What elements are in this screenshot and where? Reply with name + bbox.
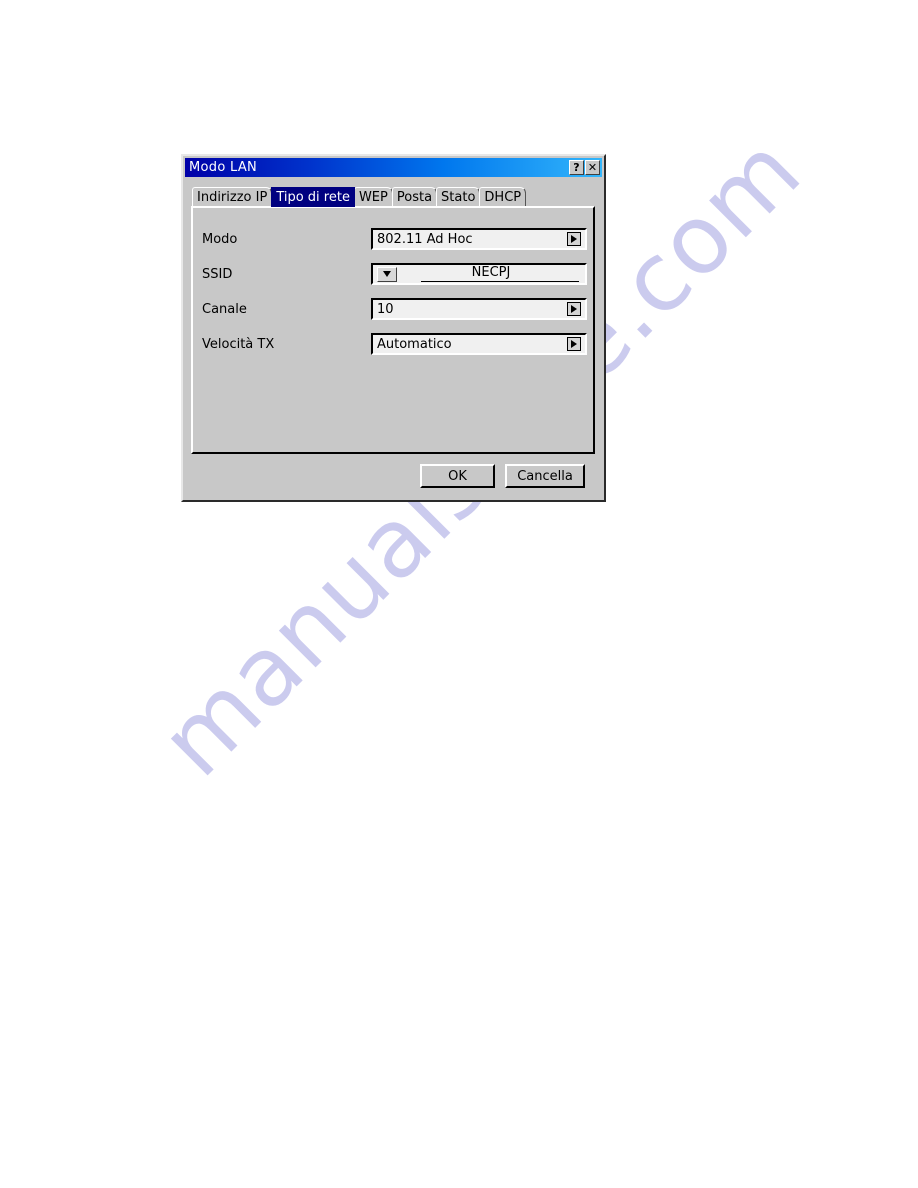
- chevron-right-icon[interactable]: [567, 232, 581, 246]
- titlebar-buttons: ? ✕: [569, 160, 602, 175]
- value-ssid: NECPJ: [471, 264, 511, 280]
- field-canale[interactable]: 10: [371, 298, 587, 320]
- value-velocita-tx: Automatico: [377, 336, 452, 352]
- label-velocita-tx: Velocità TX: [202, 336, 275, 352]
- field-modo[interactable]: 802.11 Ad Hoc: [371, 228, 587, 250]
- dialog-button-row: OK Cancella: [183, 464, 604, 490]
- field-ssid[interactable]: NECPJ: [371, 263, 587, 285]
- row-velocita-tx: Velocità TX Automatico: [193, 331, 593, 357]
- chevron-right-icon[interactable]: [567, 302, 581, 316]
- field-velocita-tx[interactable]: Automatico: [371, 333, 587, 355]
- label-canale: Canale: [202, 301, 247, 317]
- ssid-input[interactable]: NECPJ: [403, 265, 579, 283]
- dialog-titlebar[interactable]: Modo LAN ? ✕: [185, 158, 602, 177]
- ssid-underline: [421, 281, 579, 282]
- tab-wep[interactable]: WEP: [353, 187, 393, 207]
- label-modo: Modo: [202, 231, 238, 247]
- row-canale: Canale 10: [193, 296, 593, 322]
- close-icon[interactable]: ✕: [585, 160, 600, 175]
- label-ssid: SSID: [202, 266, 233, 282]
- cancel-button[interactable]: Cancella: [505, 464, 585, 488]
- tab-indirizzo-ip[interactable]: Indirizzo IP: [192, 187, 273, 207]
- tab-posta[interactable]: Posta: [391, 187, 438, 207]
- row-modo: Modo 802.11 Ad Hoc: [193, 226, 593, 252]
- modo-lan-dialog: Modo LAN ? ✕ Indirizzo IP Tipo di rete W…: [181, 154, 606, 502]
- dialog-title: Modo LAN: [189, 160, 258, 175]
- value-canale: 10: [377, 301, 394, 317]
- chevron-right-icon[interactable]: [567, 337, 581, 351]
- tab-tipo-di-rete[interactable]: Tipo di rete: [271, 187, 355, 207]
- tab-strip: Indirizzo IP Tipo di rete WEP Posta Stat…: [192, 186, 527, 207]
- value-modo: 802.11 Ad Hoc: [377, 231, 473, 247]
- ok-button[interactable]: OK: [420, 464, 495, 488]
- help-icon[interactable]: ?: [569, 160, 584, 175]
- chevron-down-icon[interactable]: [377, 266, 397, 282]
- tab-stato[interactable]: Stato: [436, 187, 481, 207]
- tab-content-panel: Modo 802.11 Ad Hoc SSID NECPJ Canale 10: [191, 206, 595, 454]
- tab-dhcp[interactable]: DHCP: [479, 187, 527, 207]
- row-ssid: SSID NECPJ: [193, 261, 593, 287]
